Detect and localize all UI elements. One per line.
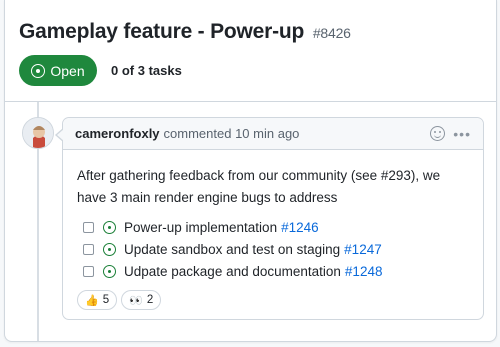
comment-author[interactable]: cameronfoxly	[75, 126, 160, 141]
reaction-count: 5	[102, 294, 110, 306]
reaction-eyes[interactable]: 👀 2	[121, 290, 162, 310]
comment-box: cameronfoxly commented 10 min ago ••• Af…	[55, 117, 484, 320]
issue-open-icon	[103, 242, 116, 256]
thumbs-up-icon: 👍	[85, 294, 99, 307]
issue-number[interactable]: #8426	[313, 25, 351, 41]
task-ref-link[interactable]: #1248	[345, 264, 383, 279]
issue-card: Gameplay feature - Power-up #8426 Open 0…	[4, 0, 497, 342]
smiley-icon[interactable]	[430, 126, 446, 141]
task-label[interactable]: Power-up implementation	[124, 220, 277, 235]
kebab-menu-icon[interactable]: •••	[453, 127, 471, 141]
issue-open-icon	[31, 63, 46, 78]
issue-open-icon	[103, 264, 116, 278]
task-item: Update sandbox and test on staging #1247	[83, 238, 382, 260]
task-checkbox[interactable]	[83, 265, 94, 277]
task-list: Power-up implementation #1246 Update san…	[83, 216, 382, 282]
comment-header: cameronfoxly commented 10 min ago •••	[63, 118, 483, 150]
reaction-thumbs-up[interactable]: 👍 5	[77, 290, 118, 310]
task-ref-link[interactable]: #1246	[281, 220, 319, 235]
reactions-bar: 👍 5 👀 2	[77, 290, 162, 310]
state-label: Open	[50, 62, 85, 79]
reaction-count: 2	[146, 294, 154, 306]
task-item: Power-up implementation #1246	[83, 216, 382, 238]
avatar[interactable]	[22, 117, 54, 149]
issue-open-icon	[103, 220, 116, 234]
issue-title-text: Gameplay feature - Power-up	[19, 20, 305, 43]
header-divider	[5, 101, 496, 102]
issue-title: Gameplay feature - Power-up #8426	[19, 20, 351, 44]
comment-actions: •••	[430, 126, 471, 141]
comment-body: After gathering feedback from our commun…	[77, 168, 441, 205]
task-ref-link[interactable]: #1247	[344, 242, 382, 257]
tasks-summary: 0 of 3 tasks	[111, 63, 182, 78]
task-label[interactable]: Udpate package and documentation	[124, 264, 341, 279]
eyes-icon: 👀	[129, 294, 143, 307]
task-checkbox[interactable]	[83, 243, 94, 255]
task-label[interactable]: Update sandbox and test on staging	[124, 242, 340, 257]
comment-timestamp[interactable]: commented 10 min ago	[164, 126, 300, 141]
avatar-image	[23, 118, 53, 148]
task-item: Udpate package and documentation #1248	[83, 260, 382, 282]
task-checkbox[interactable]	[83, 221, 94, 233]
state-badge: Open	[19, 55, 97, 86]
